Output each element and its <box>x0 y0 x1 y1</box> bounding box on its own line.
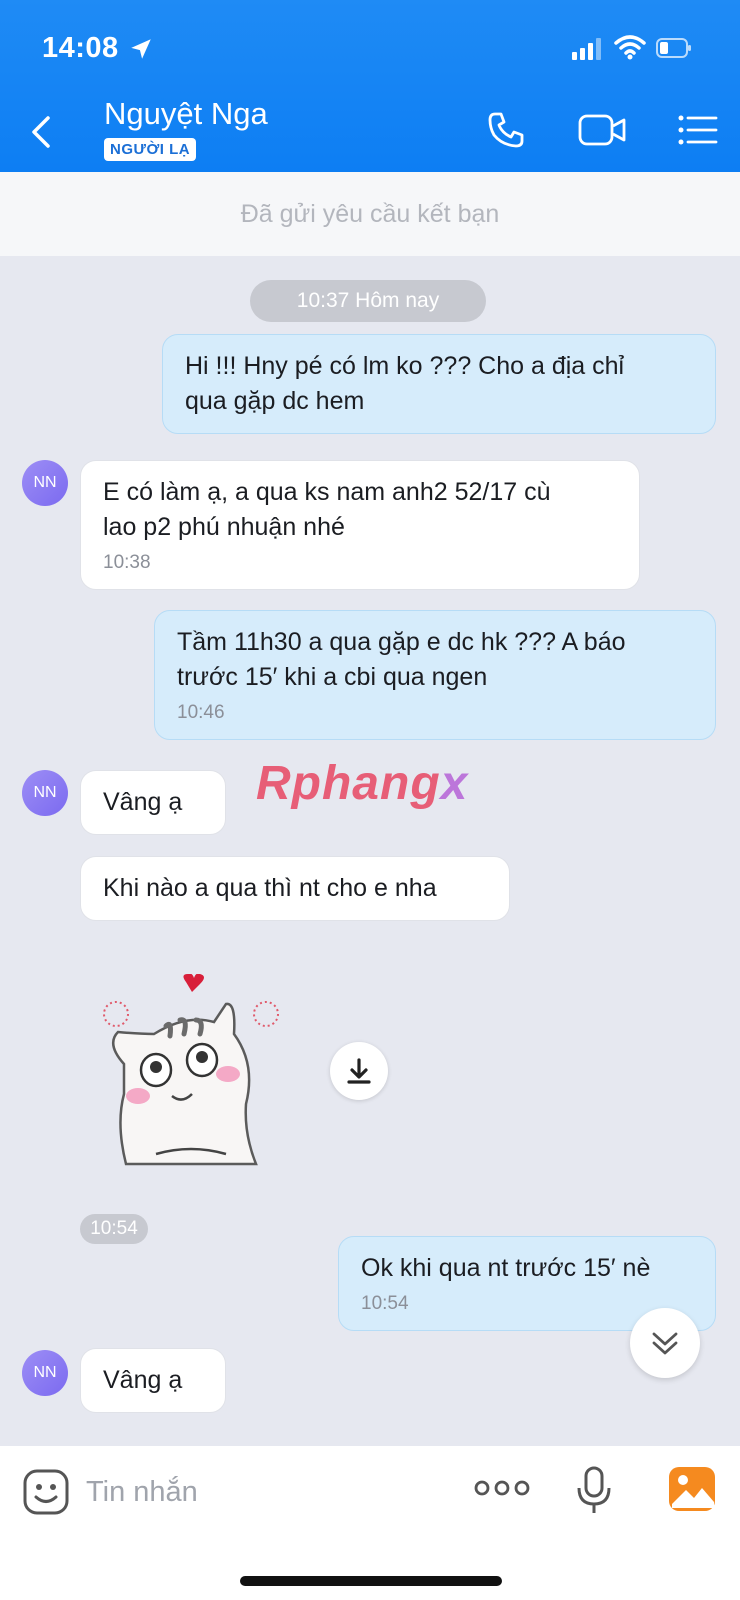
scroll-to-bottom-button[interactable] <box>630 1308 700 1378</box>
double-chevron-down-icon <box>652 1332 678 1355</box>
message-input[interactable] <box>86 1470 426 1514</box>
watermark-logo: Rphangx <box>256 757 469 810</box>
contact-name[interactable]: Nguyệt Nga <box>104 96 268 132</box>
more-options-icon[interactable] <box>474 1476 530 1500</box>
video-call-icon[interactable] <box>578 114 626 146</box>
download-icon <box>347 1058 371 1084</box>
message-text: Hi !!! Hny pé có lm ko ??? Cho a địa chỉ <box>185 352 625 380</box>
message-text: E có làm ạ, a qua ks nam anh2 52/17 cù <box>103 478 551 506</box>
date-separator: 10:37 Hôm nay <box>250 280 486 322</box>
location-arrow-icon <box>131 39 151 59</box>
chat-header: 14:08 Nguyệt Nga NGƯỜI LẠ <box>0 0 740 172</box>
avatar[interactable]: NN <box>22 1350 68 1396</box>
message-bubble-incoming[interactable]: Vâng ạ <box>80 1348 226 1413</box>
message-bubble-incoming[interactable]: E có làm ạ, a qua ks nam anh2 52/17 cù l… <box>80 460 640 590</box>
message-text: Vâng ạ <box>103 1366 183 1394</box>
back-button[interactable] <box>24 110 60 154</box>
message-text: Vâng ạ <box>103 788 183 816</box>
image-gallery-icon[interactable] <box>668 1466 716 1512</box>
avatar[interactable]: NN <box>22 770 68 816</box>
home-indicator <box>240 1576 502 1586</box>
status-bar: 14:08 <box>0 28 740 68</box>
friend-request-banner: Đã gửi yêu cầu kết bạn <box>0 172 740 256</box>
menu-list-icon[interactable] <box>678 114 718 146</box>
message-text: lao p2 phú nhuận nhé <box>103 513 345 541</box>
wifi-icon <box>614 35 646 60</box>
message-composer <box>0 1446 740 1600</box>
avatar[interactable]: NN <box>22 460 68 506</box>
message-text: Khi nào a qua thì nt cho e nha <box>103 874 437 902</box>
message-text: Ok khi qua nt trước 15′ nè <box>361 1254 651 1282</box>
cat-sticker-image[interactable] <box>96 974 286 1174</box>
message-bubble-outgoing[interactable]: Tầm 11h30 a qua gặp e dc hk ??? A báo tr… <box>154 610 716 740</box>
cellular-signal-icon <box>572 38 601 60</box>
emoji-sticker-icon[interactable] <box>22 1468 70 1516</box>
message-time: 10:46 <box>177 702 225 723</box>
stranger-badge: NGƯỜI LẠ <box>104 138 197 161</box>
message-text: Tầm 11h30 a qua gặp e dc hk ??? A báo <box>177 628 626 656</box>
microphone-icon[interactable] <box>576 1466 612 1516</box>
download-button[interactable] <box>330 1042 388 1100</box>
message-bubble-incoming[interactable]: Khi nào a qua thì nt cho e nha <box>80 856 510 921</box>
status-time: 14:08 <box>42 32 119 64</box>
message-text: trước 15′ khi a cbi qua ngen <box>177 663 488 691</box>
message-time: 10:38 <box>103 552 151 573</box>
message-text: qua gặp dc hem <box>185 387 365 415</box>
message-bubble-outgoing[interactable]: Hi !!! Hny pé có lm ko ??? Cho a địa chỉ… <box>162 334 716 434</box>
chat-area[interactable]: 10:37 Hôm nay Hi !!! Hny pé có lm ko ???… <box>0 256 740 1446</box>
sticker-time: 10:54 <box>80 1214 148 1244</box>
message-bubble-incoming[interactable]: Vâng ạ <box>80 770 226 835</box>
phone-call-icon[interactable] <box>486 110 526 150</box>
battery-icon <box>656 38 691 58</box>
